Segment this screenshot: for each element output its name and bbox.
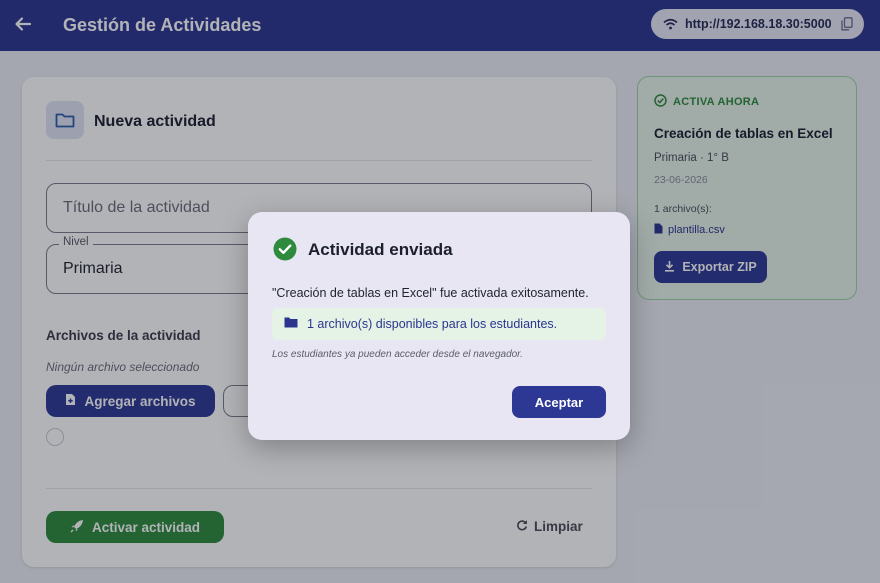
dialog-title: Actividad enviada [308,240,453,259]
dialog-info-text: 1 archivo(s) disponibles para los estudi… [307,317,558,331]
dialog-info-banner: 1 archivo(s) disponibles para los estudi… [272,308,606,340]
check-circle-icon [273,237,297,261]
accept-button[interactable]: Aceptar [512,386,606,418]
dialog-message: "Creación de tablas en Excel" fue activa… [272,286,589,300]
success-dialog: Actividad enviada "Creación de tablas en… [248,212,630,440]
folder-icon [284,315,298,333]
dialog-note: Los estudiantes ya pueden acceder desde … [272,349,523,360]
